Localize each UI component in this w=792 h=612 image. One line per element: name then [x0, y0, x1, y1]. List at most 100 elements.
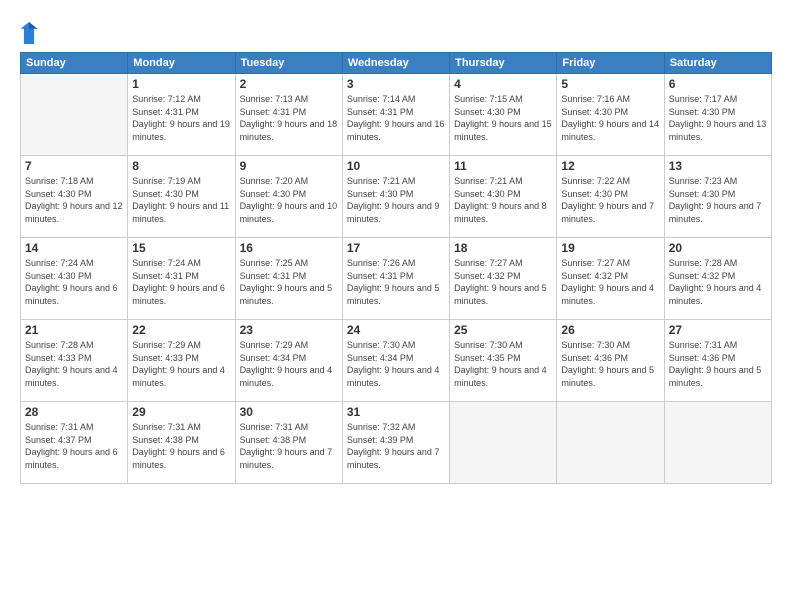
- calendar-cell: 12 Sunrise: 7:22 AMSunset: 4:30 PMDayligh…: [557, 156, 664, 238]
- day-number: 13: [669, 159, 767, 173]
- calendar-cell: [557, 402, 664, 484]
- calendar-cell: [450, 402, 557, 484]
- calendar-cell: 3 Sunrise: 7:14 AMSunset: 4:31 PMDaylight…: [342, 74, 449, 156]
- day-info: Sunrise: 7:21 AMSunset: 4:30 PMDaylight:…: [347, 175, 445, 225]
- calendar-cell: 31 Sunrise: 7:32 AMSunset: 4:39 PMDayligh…: [342, 402, 449, 484]
- calendar-cell: 14 Sunrise: 7:24 AMSunset: 4:30 PMDayligh…: [21, 238, 128, 320]
- day-number: 7: [25, 159, 123, 173]
- day-info: Sunrise: 7:30 AMSunset: 4:34 PMDaylight:…: [347, 339, 445, 389]
- day-info: Sunrise: 7:27 AMSunset: 4:32 PMDaylight:…: [561, 257, 659, 307]
- day-number: 2: [240, 77, 338, 91]
- day-info: Sunrise: 7:31 AMSunset: 4:38 PMDaylight:…: [240, 421, 338, 471]
- calendar-cell: 19 Sunrise: 7:27 AMSunset: 4:32 PMDayligh…: [557, 238, 664, 320]
- calendar-cell: 13 Sunrise: 7:23 AMSunset: 4:30 PMDayligh…: [664, 156, 771, 238]
- calendar-cell: 18 Sunrise: 7:27 AMSunset: 4:32 PMDayligh…: [450, 238, 557, 320]
- day-info: Sunrise: 7:24 AMSunset: 4:30 PMDaylight:…: [25, 257, 123, 307]
- day-info: Sunrise: 7:17 AMSunset: 4:30 PMDaylight:…: [669, 93, 767, 143]
- day-info: Sunrise: 7:28 AMSunset: 4:32 PMDaylight:…: [669, 257, 767, 307]
- calendar-cell: 7 Sunrise: 7:18 AMSunset: 4:30 PMDaylight…: [21, 156, 128, 238]
- calendar: SundayMondayTuesdayWednesdayThursdayFrid…: [20, 52, 772, 484]
- weekday-header: Saturday: [664, 53, 771, 74]
- day-info: Sunrise: 7:26 AMSunset: 4:31 PMDaylight:…: [347, 257, 445, 307]
- calendar-week-row: 7 Sunrise: 7:18 AMSunset: 4:30 PMDaylight…: [21, 156, 772, 238]
- day-number: 31: [347, 405, 445, 419]
- weekday-header: Thursday: [450, 53, 557, 74]
- calendar-cell: 20Sunrise: 7:28 AMSunset: 4:32 PMDayligh…: [664, 238, 771, 320]
- day-info: Sunrise: 7:28 AMSunset: 4:33 PMDaylight:…: [25, 339, 123, 389]
- calendar-cell: 21 Sunrise: 7:28 AMSunset: 4:33 PMDayligh…: [21, 320, 128, 402]
- weekday-header: Monday: [128, 53, 235, 74]
- calendar-cell: 4Sunrise: 7:15 AMSunset: 4:30 PMDaylight…: [450, 74, 557, 156]
- day-info: Sunrise: 7:30 AMSunset: 4:36 PMDaylight:…: [561, 339, 659, 389]
- logo: [20, 22, 42, 44]
- calendar-cell: [664, 402, 771, 484]
- day-number: 15: [132, 241, 230, 255]
- day-info: Sunrise: 7:20 AMSunset: 4:30 PMDaylight:…: [240, 175, 338, 225]
- calendar-cell: 9 Sunrise: 7:20 AMSunset: 4:30 PMDaylight…: [235, 156, 342, 238]
- day-number: 12: [561, 159, 659, 173]
- weekday-header: Tuesday: [235, 53, 342, 74]
- calendar-cell: 15 Sunrise: 7:24 AMSunset: 4:31 PMDayligh…: [128, 238, 235, 320]
- calendar-cell: 2 Sunrise: 7:13 AMSunset: 4:31 PMDaylight…: [235, 74, 342, 156]
- day-number: 16: [240, 241, 338, 255]
- day-number: 30: [240, 405, 338, 419]
- calendar-cell: 10 Sunrise: 7:21 AMSunset: 4:30 PMDayligh…: [342, 156, 449, 238]
- day-info: Sunrise: 7:18 AMSunset: 4:30 PMDaylight:…: [25, 175, 123, 225]
- day-number: 14: [25, 241, 123, 255]
- day-number: 5: [561, 77, 659, 91]
- day-number: 27: [669, 323, 767, 337]
- day-info: Sunrise: 7:21 AMSunset: 4:30 PMDaylight:…: [454, 175, 552, 225]
- calendar-week-row: 28 Sunrise: 7:31 AMSunset: 4:37 PMDayligh…: [21, 402, 772, 484]
- calendar-cell: 16 Sunrise: 7:25 AMSunset: 4:31 PMDayligh…: [235, 238, 342, 320]
- day-number: 24: [347, 323, 445, 337]
- calendar-week-row: 21 Sunrise: 7:28 AMSunset: 4:33 PMDayligh…: [21, 320, 772, 402]
- day-info: Sunrise: 7:32 AMSunset: 4:39 PMDaylight:…: [347, 421, 445, 471]
- day-number: 10: [347, 159, 445, 173]
- calendar-cell: 6 Sunrise: 7:17 AMSunset: 4:30 PMDaylight…: [664, 74, 771, 156]
- day-number: 21: [25, 323, 123, 337]
- day-info: Sunrise: 7:31 AMSunset: 4:37 PMDaylight:…: [25, 421, 123, 471]
- day-number: 19: [561, 241, 659, 255]
- day-number: 9: [240, 159, 338, 173]
- day-info: Sunrise: 7:14 AMSunset: 4:31 PMDaylight:…: [347, 93, 445, 143]
- day-number: 29: [132, 405, 230, 419]
- day-number: 26: [561, 323, 659, 337]
- calendar-cell: 8 Sunrise: 7:19 AMSunset: 4:30 PMDaylight…: [128, 156, 235, 238]
- calendar-cell: 23Sunrise: 7:29 AMSunset: 4:34 PMDayligh…: [235, 320, 342, 402]
- header: [20, 18, 772, 44]
- day-info: Sunrise: 7:24 AMSunset: 4:31 PMDaylight:…: [132, 257, 230, 307]
- day-info: Sunrise: 7:19 AMSunset: 4:30 PMDaylight:…: [132, 175, 230, 225]
- day-number: 28: [25, 405, 123, 419]
- logo-icon: [20, 22, 38, 44]
- calendar-cell: 28 Sunrise: 7:31 AMSunset: 4:37 PMDayligh…: [21, 402, 128, 484]
- calendar-week-row: 1 Sunrise: 7:12 AMSunset: 4:31 PMDaylight…: [21, 74, 772, 156]
- day-number: 23: [240, 323, 338, 337]
- day-info: Sunrise: 7:30 AMSunset: 4:35 PMDaylight:…: [454, 339, 552, 389]
- day-info: Sunrise: 7:13 AMSunset: 4:31 PMDaylight:…: [240, 93, 338, 143]
- day-number: 3: [347, 77, 445, 91]
- calendar-cell: 5Sunrise: 7:16 AMSunset: 4:30 PMDaylight…: [557, 74, 664, 156]
- weekday-header-row: SundayMondayTuesdayWednesdayThursdayFrid…: [21, 53, 772, 74]
- day-number: 6: [669, 77, 767, 91]
- day-info: Sunrise: 7:12 AMSunset: 4:31 PMDaylight:…: [132, 93, 230, 143]
- calendar-cell: 25Sunrise: 7:30 AMSunset: 4:35 PMDayligh…: [450, 320, 557, 402]
- day-info: Sunrise: 7:23 AMSunset: 4:30 PMDaylight:…: [669, 175, 767, 225]
- day-number: 17: [347, 241, 445, 255]
- weekday-header: Sunday: [21, 53, 128, 74]
- day-info: Sunrise: 7:22 AMSunset: 4:30 PMDaylight:…: [561, 175, 659, 225]
- calendar-cell: 17 Sunrise: 7:26 AMSunset: 4:31 PMDayligh…: [342, 238, 449, 320]
- calendar-cell: 27Sunrise: 7:31 AMSunset: 4:36 PMDayligh…: [664, 320, 771, 402]
- day-info: Sunrise: 7:27 AMSunset: 4:32 PMDaylight:…: [454, 257, 552, 307]
- day-number: 1: [132, 77, 230, 91]
- calendar-cell: [21, 74, 128, 156]
- day-info: Sunrise: 7:25 AMSunset: 4:31 PMDaylight:…: [240, 257, 338, 307]
- weekday-header: Friday: [557, 53, 664, 74]
- calendar-cell: 30 Sunrise: 7:31 AMSunset: 4:38 PMDayligh…: [235, 402, 342, 484]
- calendar-cell: 26 Sunrise: 7:30 AMSunset: 4:36 PMDayligh…: [557, 320, 664, 402]
- day-info: Sunrise: 7:29 AMSunset: 4:33 PMDaylight:…: [132, 339, 230, 389]
- day-number: 8: [132, 159, 230, 173]
- day-number: 4: [454, 77, 552, 91]
- day-number: 22: [132, 323, 230, 337]
- day-number: 18: [454, 241, 552, 255]
- page: SundayMondayTuesdayWednesdayThursdayFrid…: [0, 0, 792, 612]
